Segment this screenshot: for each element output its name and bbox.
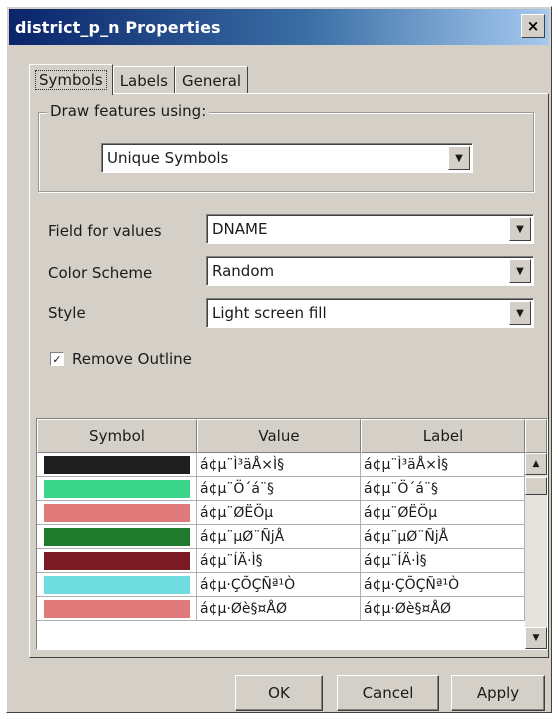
column-header-symbol[interactable]: Symbol	[37, 419, 197, 453]
color-swatch	[43, 455, 190, 474]
draw-features-group: Draw features using: Unique Symbols ▼	[38, 102, 534, 192]
label-cell[interactable]: á¢µ·ÇÕÇÑª¹Ò	[361, 573, 525, 596]
column-header-value[interactable]: Value	[197, 419, 361, 453]
symbols-panel: Draw features using: Unique Symbols ▼ Fi…	[29, 93, 549, 658]
label-cell[interactable]: á¢µ·Øè§¤ÅØ	[361, 597, 525, 620]
scroll-down-button[interactable]: ▼	[525, 627, 547, 649]
tab-labels[interactable]: Labels	[112, 66, 175, 94]
tab-symbols-label: Symbols	[35, 70, 107, 90]
table-row[interactable]: á¢µ¨ÍÄ·Ì§ á¢µ¨ÍÄ·Ì§	[37, 549, 525, 573]
label-cell[interactable]: á¢µ¨Ì³äÅ×Ì§	[361, 453, 525, 476]
cancel-button[interactable]: Cancel	[337, 675, 439, 711]
style-label: Style	[48, 304, 86, 322]
symbol-cell[interactable]	[37, 549, 197, 572]
window-title: district_p_n Properties	[15, 17, 221, 37]
symbol-cell[interactable]	[37, 525, 197, 548]
field-for-values-value: DNAME	[212, 220, 268, 238]
color-swatch	[43, 479, 190, 498]
close-button[interactable]: ×	[521, 14, 545, 38]
arrow-up-icon: ▲	[532, 459, 540, 469]
style-select[interactable]: Light screen fill ▼	[206, 298, 534, 328]
ok-button[interactable]: OK	[235, 675, 323, 711]
color-swatch	[43, 503, 190, 522]
symbol-cell[interactable]	[37, 477, 197, 500]
title-bar[interactable]: district_p_n Properties ×	[9, 9, 549, 45]
value-cell[interactable]: á¢µ¨ØËÖµ	[197, 501, 361, 524]
chevron-down-icon[interactable]: ▼	[509, 301, 531, 325]
value-cell[interactable]: á¢µ·Øè§¤ÅØ	[197, 597, 361, 620]
value-cell[interactable]: á¢µ¨Ì³äÅ×Ì§	[197, 453, 361, 476]
chevron-down-icon[interactable]: ▼	[509, 259, 531, 283]
tab-general[interactable]: General	[174, 66, 249, 94]
table-row[interactable]: á¢µ¨Ì³äÅ×Ì§ á¢µ¨Ì³äÅ×Ì§	[37, 453, 525, 477]
draw-features-select[interactable]: Unique Symbols ▼	[101, 143, 473, 173]
arrow-down-icon: ▼	[532, 633, 540, 643]
symbol-cell[interactable]	[37, 597, 197, 620]
column-header-label[interactable]: Label	[361, 419, 525, 453]
tab-symbols[interactable]: Symbols	[29, 64, 113, 95]
value-cell[interactable]: á¢µ¨ÍÄ·Ì§	[197, 549, 361, 572]
draw-features-legend: Draw features using:	[47, 102, 210, 120]
remove-outline-checkbox[interactable]: ✓	[50, 352, 64, 366]
label-cell[interactable]: á¢µ¨ÍÄ·Ì§	[361, 549, 525, 572]
color-scheme-select[interactable]: Random ▼	[206, 256, 534, 286]
style-value: Light screen fill	[212, 304, 327, 322]
field-for-values-select[interactable]: DNAME ▼	[206, 214, 534, 244]
close-icon: ×	[526, 16, 540, 35]
scroll-thumb[interactable]	[525, 477, 547, 495]
value-cell[interactable]: á¢µ¨Ö´á¨§	[197, 477, 361, 500]
column-header-spacer	[525, 419, 547, 453]
table-row[interactable]: á¢µ·Øè§¤ÅØ á¢µ·Øè§¤ÅØ	[37, 597, 525, 621]
symbol-cell[interactable]	[37, 573, 197, 596]
table-header: Symbol Value Label	[37, 419, 547, 453]
label-cell[interactable]: á¢µ¨Ö´á¨§	[361, 477, 525, 500]
tab-strip: Symbols Labels General	[29, 64, 249, 95]
color-swatch	[43, 575, 190, 594]
label-cell[interactable]: á¢µ¨ØËÖµ	[361, 501, 525, 524]
apply-button[interactable]: Apply	[451, 675, 545, 711]
remove-outline-label: Remove Outline	[72, 350, 192, 368]
symbol-cell[interactable]	[37, 453, 197, 476]
chevron-down-icon[interactable]: ▼	[448, 146, 470, 170]
value-cell[interactable]: á¢µ·ÇÕÇÑª¹Ò	[197, 573, 361, 596]
table-row[interactable]: á¢µ¨ØËÖµ á¢µ¨ØËÖµ	[37, 501, 525, 525]
color-swatch	[43, 551, 190, 570]
properties-dialog: district_p_n Properties × Symbols Labels…	[6, 6, 552, 713]
check-icon: ✓	[52, 352, 62, 366]
field-for-values-label: Field for values	[48, 222, 162, 240]
chevron-down-icon[interactable]: ▼	[509, 217, 531, 241]
label-cell[interactable]: á¢µ¨µØ¨ÑjÅ	[361, 525, 525, 548]
scroll-up-button[interactable]: ▲	[525, 453, 547, 475]
tab-labels-label: Labels	[119, 71, 168, 90]
symbol-cell[interactable]	[37, 501, 197, 524]
table-body: á¢µ¨Ì³äÅ×Ì§ á¢µ¨Ì³äÅ×Ì§ á¢µ¨Ö´á¨§ á¢µ¨Ö´…	[37, 453, 525, 621]
symbol-table: Symbol Value Label á¢µ¨Ì³äÅ×Ì§ á¢µ¨Ì³äÅ×…	[36, 418, 548, 650]
table-row[interactable]: á¢µ¨Ö´á¨§ á¢µ¨Ö´á¨§	[37, 477, 525, 501]
remove-outline-row[interactable]: ✓ Remove Outline	[50, 350, 192, 368]
vertical-scrollbar[interactable]: ▲ ▼	[525, 453, 547, 649]
table-row[interactable]: á¢µ¨µØ¨ÑjÅ á¢µ¨µØ¨ÑjÅ	[37, 525, 525, 549]
color-swatch	[43, 527, 190, 546]
color-swatch	[43, 599, 190, 618]
color-scheme-label: Color Scheme	[48, 264, 153, 282]
draw-features-value: Unique Symbols	[107, 149, 229, 167]
table-row[interactable]: á¢µ·ÇÕÇÑª¹Ò á¢µ·ÇÕÇÑª¹Ò	[37, 573, 525, 597]
tab-general-label: General	[181, 71, 242, 90]
value-cell[interactable]: á¢µ¨µØ¨ÑjÅ	[197, 525, 361, 548]
color-scheme-value: Random	[212, 262, 275, 280]
